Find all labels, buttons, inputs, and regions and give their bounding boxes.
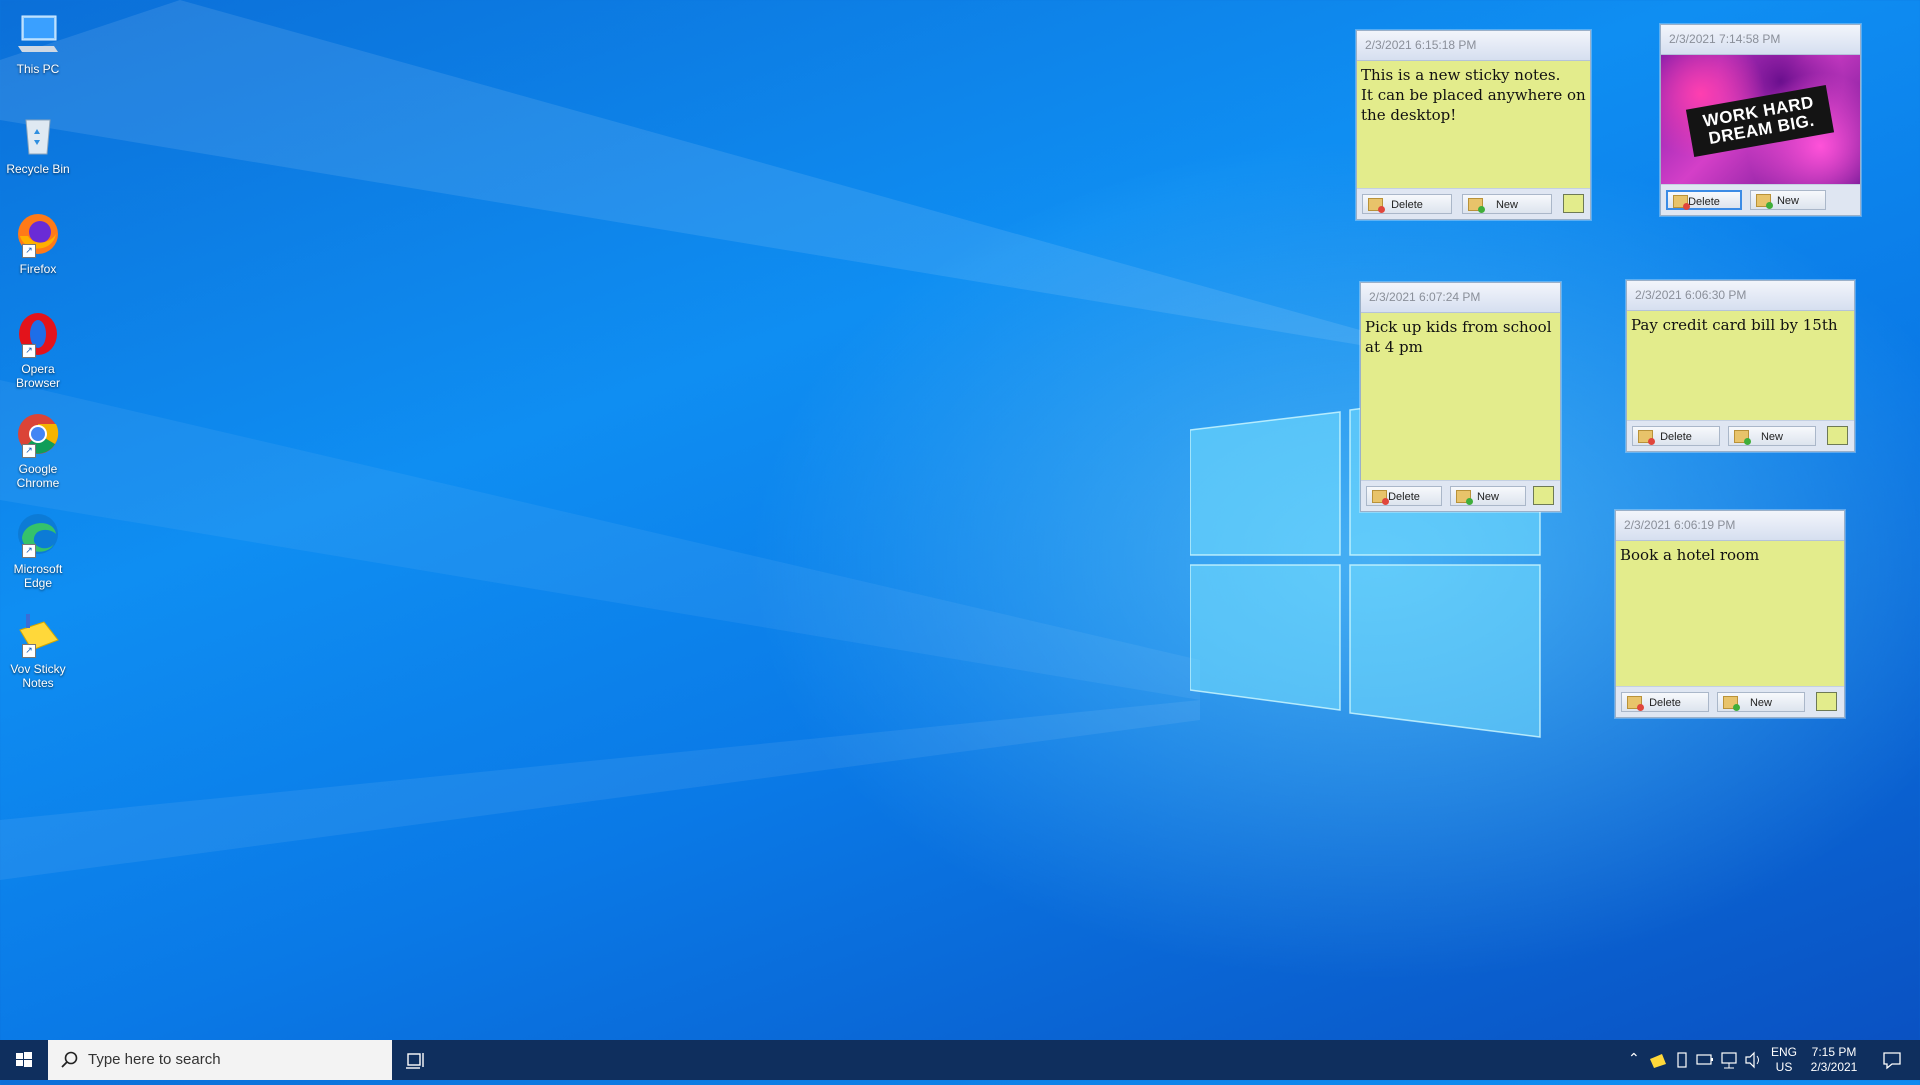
delete-note-icon [1638, 430, 1655, 445]
note-text[interactable]: Pick up kids from school at 4 pm [1361, 313, 1560, 361]
delete-button[interactable]: Delete [1366, 486, 1442, 506]
taskbar-search-box[interactable]: Type here to search [48, 1040, 392, 1080]
windows-start-icon [16, 1052, 32, 1067]
clock[interactable]: 7:15 PM 2/3/2021 [1804, 1040, 1864, 1080]
battery-icon[interactable] [1694, 1040, 1716, 1080]
desktop-icon-opera[interactable]: ↗ Opera Browser [4, 310, 72, 390]
delete-note-icon [1372, 490, 1389, 505]
new-note-icon [1456, 490, 1473, 505]
desktop-icon-vov-sticky-notes[interactable]: ↗ Vov Sticky Notes [4, 610, 72, 690]
desktop-icon-label: This PC [16, 62, 60, 76]
note-timestamp: 2/3/2021 7:14:58 PM [1661, 25, 1860, 55]
shortcut-arrow-icon: ↗ [22, 444, 36, 458]
new-note-icon [1756, 194, 1773, 209]
sticky-note[interactable]: 2/3/2021 6:15:18 PM This is a new sticky… [1356, 30, 1591, 220]
desktop-icon-label: Recycle Bin [6, 162, 70, 176]
search-icon [61, 1051, 78, 1068]
new-note-button[interactable]: New [1462, 194, 1552, 214]
region-code: US [1775, 1060, 1793, 1074]
sticky-notes-icon: ↗ [14, 610, 62, 658]
note-color-swatch[interactable] [1533, 486, 1554, 505]
note-color-swatch[interactable] [1827, 426, 1848, 445]
desktop-icon-label: Vov Sticky Notes [10, 662, 66, 690]
new-note-button[interactable]: New [1717, 692, 1805, 712]
shortcut-arrow-icon: ↗ [22, 544, 36, 558]
show-hidden-icons-button[interactable]: ⌃ [1626, 1040, 1644, 1080]
desktop-icon-this-pc[interactable]: This PC [4, 10, 72, 76]
firefox-icon: ↗ [14, 210, 62, 258]
usb-device-icon[interactable] [1672, 1040, 1692, 1080]
shortcut-arrow-icon: ↗ [22, 244, 36, 258]
notifications-button[interactable] [1872, 1040, 1912, 1080]
clock-time: 7:15 PM [1811, 1045, 1857, 1059]
desktop-icon-label: Opera Browser [15, 362, 60, 390]
note-toolbar: Delete New [1361, 480, 1560, 511]
task-view-button[interactable] [398, 1040, 434, 1080]
sticky-note[interactable]: 2/3/2021 6:06:30 PM Pay credit card bill… [1626, 280, 1855, 452]
taskbar: Type here to search ⌃ ENG US 7:15 PM 2/3… [0, 1040, 1920, 1080]
edge-icon: ↗ [14, 510, 62, 558]
language-code: ENG [1770, 1045, 1797, 1059]
new-note-button[interactable]: New [1450, 486, 1526, 506]
task-view-icon [406, 1053, 424, 1069]
start-button[interactable] [0, 1040, 48, 1080]
new-note-icon [1734, 430, 1751, 445]
clock-date: 2/3/2021 [1810, 1060, 1858, 1074]
note-timestamp: 2/3/2021 6:15:18 PM [1357, 31, 1590, 61]
desktop-icon-label: Firefox [19, 262, 57, 276]
desktop-icon-recycle-bin[interactable]: Recycle Bin [4, 110, 72, 176]
note-timestamp: 2/3/2021 6:06:30 PM [1627, 281, 1854, 311]
note-timestamp: 2/3/2021 6:06:19 PM [1616, 511, 1844, 541]
note-toolbar: Delete New [1357, 188, 1590, 219]
search-placeholder: Type here to search [88, 1051, 221, 1068]
action-center-icon [1883, 1052, 1901, 1070]
desktop-icon-label: Microsoft Edge [13, 562, 63, 590]
new-note-icon [1468, 198, 1485, 213]
desktop-icon-edge[interactable]: ↗ Microsoft Edge [4, 510, 72, 590]
recycle-bin-icon [14, 110, 62, 158]
desktop-icon-label: Google Chrome [16, 462, 60, 490]
note-timestamp: 2/3/2021 6:07:24 PM [1361, 283, 1560, 313]
delete-note-icon [1627, 696, 1644, 711]
delete-note-icon [1673, 195, 1690, 210]
new-note-button[interactable]: New [1728, 426, 1816, 446]
delete-note-icon [1368, 198, 1385, 213]
delete-button[interactable]: Delete [1666, 190, 1742, 210]
sticky-note-image[interactable]: 2/3/2021 7:14:58 PM WORK HARD DREAM BIG.… [1660, 24, 1861, 216]
sticky-note[interactable]: 2/3/2021 6:06:19 PM Book a hotel room De… [1615, 510, 1845, 718]
sticky-note[interactable]: 2/3/2021 6:07:24 PM Pick up kids from sc… [1360, 282, 1561, 512]
chevron-up-icon: ⌃ [1628, 1050, 1640, 1066]
note-color-swatch[interactable] [1816, 692, 1837, 711]
volume-icon[interactable] [1742, 1040, 1764, 1080]
new-note-icon [1723, 696, 1740, 711]
note-toolbar: Delete New [1616, 686, 1844, 717]
note-toolbar: Delete New [1661, 184, 1860, 215]
network-icon[interactable] [1718, 1040, 1740, 1080]
note-color-swatch[interactable] [1563, 194, 1584, 213]
delete-button[interactable]: Delete [1632, 426, 1720, 446]
tray-sticky-notes-icon[interactable] [1648, 1040, 1668, 1080]
image-banner-text: WORK HARD DREAM BIG. [1685, 85, 1835, 157]
desktop-icon-firefox[interactable]: ↗ Firefox [4, 210, 72, 276]
chrome-icon: ↗ [14, 410, 62, 458]
shortcut-arrow-icon: ↗ [22, 344, 36, 358]
desktop-icon-chrome[interactable]: ↗ Google Chrome [4, 410, 72, 490]
shortcut-arrow-icon: ↗ [22, 644, 36, 658]
note-toolbar: Delete New [1627, 420, 1854, 451]
opera-icon: ↗ [14, 310, 62, 358]
language-indicator[interactable]: ENG US [1768, 1040, 1800, 1080]
delete-button[interactable]: Delete [1362, 194, 1452, 214]
computer-icon [14, 10, 62, 58]
note-text[interactable]: Pay credit card bill by 15th [1627, 311, 1854, 339]
delete-button[interactable]: Delete [1621, 692, 1709, 712]
note-text[interactable]: This is a new sticky notes. It can be pl… [1357, 61, 1590, 129]
new-note-button[interactable]: New [1750, 190, 1826, 210]
note-text[interactable]: Book a hotel room [1616, 541, 1844, 569]
note-image: WORK HARD DREAM BIG. [1661, 55, 1860, 185]
